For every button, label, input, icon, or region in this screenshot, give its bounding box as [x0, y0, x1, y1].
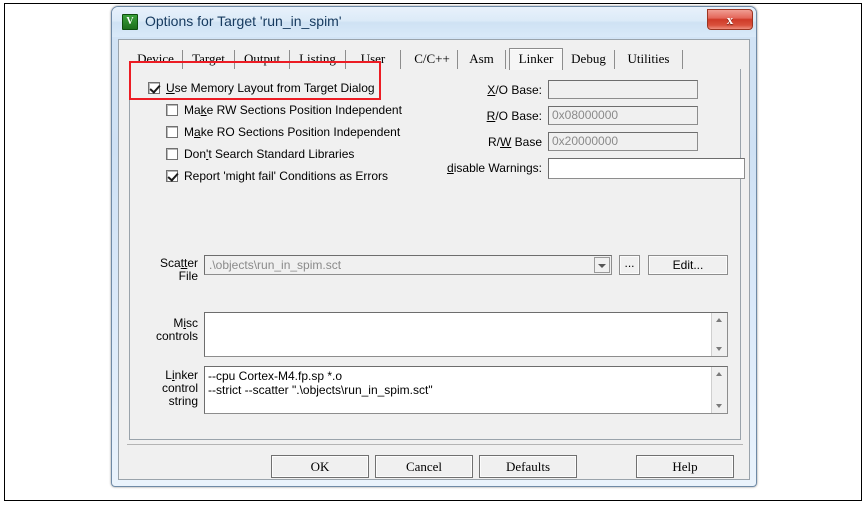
linker-label-line3: string	[168, 394, 198, 408]
tab-label: Listing	[299, 51, 336, 66]
linker-control-label-text: Linker control string	[162, 368, 198, 408]
linker-label-line2: control	[161, 381, 198, 395]
browse-button[interactable]: ...	[619, 255, 640, 275]
scatter-label-line2: File	[178, 269, 198, 283]
field-label-text: X/O Base:	[487, 83, 542, 97]
linker-control-string-value: --cpu Cortex-M4.fp.sp *.o --strict --sca…	[208, 369, 433, 397]
linker-control-string-scrollbar[interactable]	[711, 367, 727, 413]
scroll-down-icon[interactable]	[712, 342, 727, 356]
tab-linker[interactable]: Linker	[509, 48, 563, 70]
scatter-file-label: Scatter File	[140, 257, 198, 283]
checkbox-toggle[interactable]	[166, 148, 178, 160]
checkbox-label: Report 'might fail' Conditions as Errors	[184, 169, 388, 183]
edit-scatter-button[interactable]: Edit...	[648, 255, 728, 275]
misc-label-text: Misc controls	[156, 316, 198, 343]
linker-control-string-label: Linker control string	[140, 369, 198, 408]
tab-label: User	[360, 51, 386, 66]
tab-label: Output	[243, 51, 281, 66]
tab-label: Device	[137, 51, 174, 66]
field-label: X/O Base:	[380, 83, 542, 97]
field-label: R/O Base:	[380, 109, 542, 123]
keil-uvision-icon: V	[122, 14, 138, 30]
scroll-up-icon[interactable]	[712, 313, 727, 327]
cancel-button[interactable]: Cancel	[375, 455, 473, 478]
tab-label: Asm	[469, 51, 494, 66]
linker-label-line1: Linker	[165, 368, 198, 382]
tab-strip: Device Target Output Listing User C/C++ Asm Lin…	[129, 48, 741, 70]
field-label-text: R/O Base:	[486, 109, 542, 123]
tab-asm[interactable]: Asm	[458, 50, 506, 69]
misc-label-line2: controls	[155, 329, 198, 343]
field-input[interactable]: 0x20000000	[548, 132, 698, 151]
checkbox-toggle[interactable]	[166, 170, 178, 182]
scroll-down-icon[interactable]	[712, 399, 727, 413]
misc-controls-input[interactable]	[204, 312, 728, 357]
tab-label: Debug	[571, 51, 606, 66]
tab-label: Target	[192, 51, 225, 66]
close-icon[interactable]: x	[707, 9, 753, 30]
checkbox-label: Don't Search Standard Libraries	[184, 147, 355, 161]
tab-target[interactable]: Target	[183, 50, 235, 69]
options-dialog: V Options for Target 'run_in_spim' x Dev…	[111, 6, 757, 487]
checkbox-toggle[interactable]	[148, 82, 160, 94]
field-input[interactable]	[548, 80, 698, 99]
tab-label: Linker	[518, 51, 554, 66]
help-button[interactable]: Help	[636, 455, 734, 478]
tab-listing[interactable]: Listing	[290, 50, 346, 69]
tab-output[interactable]: Output	[235, 50, 290, 69]
checkbox-toggle[interactable]	[166, 104, 178, 116]
tab-c-c[interactable]: C/C++	[407, 50, 458, 69]
button-bar-separator	[127, 444, 743, 445]
field-label: disable Warnings:	[380, 161, 542, 175]
tab-label: Utilities	[627, 51, 670, 66]
tab-debug[interactable]: Debug	[563, 50, 615, 69]
misc-controls-scrollbar[interactable]	[711, 313, 727, 356]
tab-label: C/C++	[414, 51, 450, 66]
scatter-file-combo[interactable]: .\objects\run_in_spim.sct	[204, 255, 612, 275]
checkbox-row[interactable]: Use Memory Layout from Target Dialog	[148, 81, 375, 95]
checkbox-row[interactable]: Make RW Sections Position Independent	[166, 103, 402, 117]
checkbox-row[interactable]: Don't Search Standard Libraries	[166, 147, 354, 161]
dialog-titlebar[interactable]: V Options for Target 'run_in_spim' x	[112, 7, 756, 37]
tab-utilities[interactable]: Utilities	[615, 50, 683, 69]
checkbox-label: Make RW Sections Position Independent	[184, 103, 402, 117]
dialog-title: Options for Target 'run_in_spim'	[145, 13, 342, 29]
field-input[interactable]: 0x08000000	[548, 106, 698, 125]
dialog-client-area: Device Target Output Listing User C/C++ Asm Lin…	[118, 39, 750, 480]
field-label-text: R/W Base	[487, 135, 542, 149]
checkbox-label: Make RO Sections Position Independent	[184, 125, 401, 139]
field-label: R/W Base	[380, 135, 542, 149]
tab-user[interactable]: User	[346, 50, 401, 69]
scatter-file-value: .\objects\run_in_spim.sct	[209, 258, 342, 272]
field-input[interactable]	[548, 158, 745, 179]
checkbox-label: Use Memory Layout from Target Dialog	[166, 81, 375, 95]
tab-device[interactable]: Device	[129, 50, 183, 69]
checkbox-row[interactable]: Make RO Sections Position Independent	[166, 125, 400, 139]
checkbox-toggle[interactable]	[166, 126, 178, 138]
field-label-text: disable Warnings:	[447, 161, 542, 175]
scatter-label-line1: Scatter	[159, 256, 198, 270]
linker-tab-page: Use Memory Layout from Target Dialog Make…	[129, 69, 745, 440]
misc-controls-label: Misc controls	[140, 317, 198, 343]
dialog-button-bar: OK Cancel Defaults Help	[119, 444, 751, 481]
linker-control-string-input[interactable]: --cpu Cortex-M4.fp.sp *.o --strict --sca…	[204, 366, 728, 414]
misc-label-line1: Misc	[173, 316, 198, 330]
chevron-down-icon[interactable]	[594, 257, 610, 273]
defaults-button[interactable]: Defaults	[479, 455, 577, 478]
ok-button[interactable]: OK	[271, 455, 369, 478]
scroll-up-icon[interactable]	[712, 367, 727, 381]
checkbox-row[interactable]: Report 'might fail' Conditions as Errors	[166, 169, 388, 183]
